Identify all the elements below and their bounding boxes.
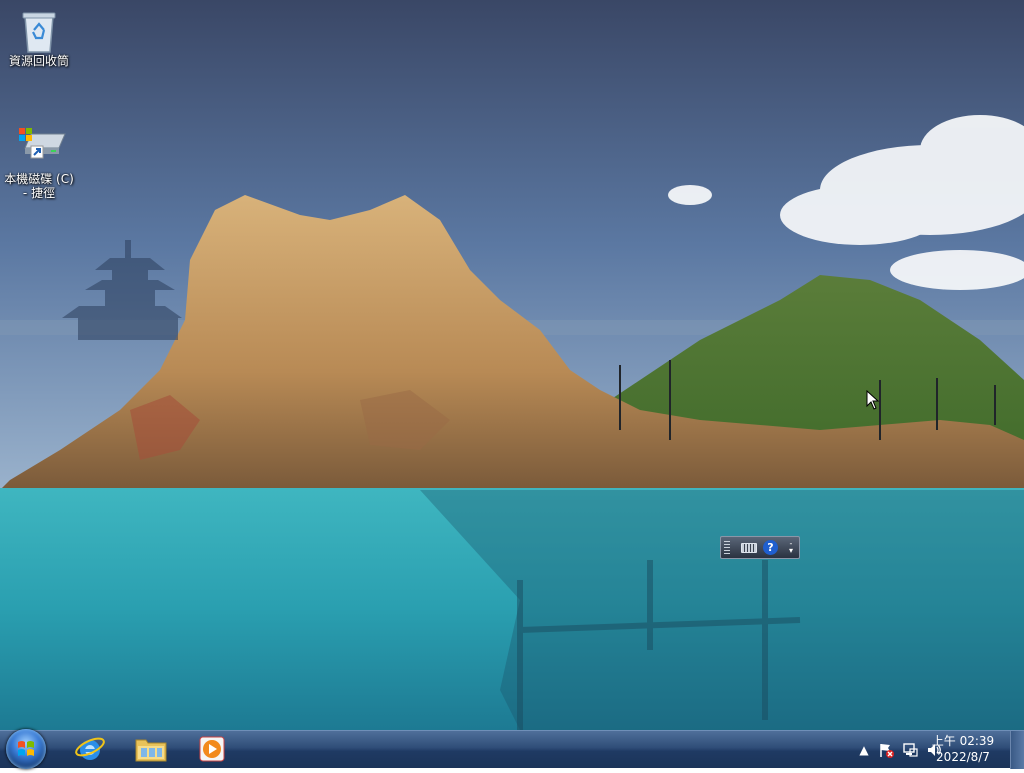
recycle-bin-label: 資源回收筒 [8, 54, 69, 68]
taskbar-explorer-button[interactable] [123, 732, 179, 766]
show-hidden-icons-button[interactable]: ▲ [856, 742, 872, 758]
clock-time: 上午 02:39 [931, 734, 995, 748]
network-icon[interactable] [902, 742, 918, 758]
drive-shortcut-icon [17, 126, 66, 170]
system-tray: ▲ 上午 02:39 2022/8/7 [824, 731, 1024, 769]
taskbar-ie-button[interactable] [62, 732, 118, 766]
folder-icon [135, 739, 167, 762]
mouse-cursor-icon [866, 390, 880, 410]
keyboard-icon[interactable] [741, 543, 757, 553]
action-center-flag-icon[interactable] [878, 742, 894, 758]
windows-logo-icon [18, 741, 34, 756]
drive-c-shortcut[interactable]: 本機磁碟 (C) - 捷徑 [0, 126, 78, 200]
desktop[interactable]: 資源回收筒 本機磁碟 (C) - 捷徑 ? - ▾ [0, 0, 1024, 730]
recycle-bin-shortcut[interactable]: 資源回收筒 [0, 8, 78, 68]
language-bar-options-icon[interactable]: - ▾ [787, 540, 795, 555]
taskbar: ▲ 上午 02:39 2022/8/7 [0, 729, 1024, 769]
help-icon[interactable]: ? [763, 540, 778, 555]
ie-icon [75, 737, 105, 760]
recycle-bin-icon [17, 8, 61, 53]
taskbar-media-player-button[interactable] [184, 732, 240, 766]
wallpaper [0, 0, 1024, 730]
language-bar[interactable]: ? - ▾ [720, 536, 800, 559]
start-button[interactable] [6, 729, 46, 769]
taskbar-clock[interactable]: 上午 02:39 2022/8/7 [928, 733, 998, 765]
media-player-icon [199, 736, 225, 762]
drive-c-label: 本機磁碟 (C) - 捷徑 [4, 172, 74, 200]
language-bar-grip-icon[interactable] [724, 541, 730, 554]
clock-date: 2022/8/7 [936, 750, 990, 764]
show-desktop-button[interactable] [1010, 731, 1024, 769]
